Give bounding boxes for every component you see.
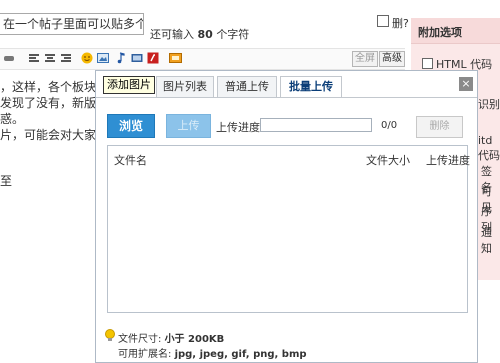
- browse-button[interactable]: 浏览: [107, 114, 155, 138]
- html-code-checkbox[interactable]: [422, 58, 433, 69]
- column-header-filename: 文件名: [114, 154, 147, 167]
- image-upload-dialog: 图片列表 普通上传 批量上传 × 浏览 上传 上传进度 0/0 删除 文件名 文…: [95, 70, 478, 363]
- file-list-table: 文件名 文件大小 上传进度: [107, 145, 470, 313]
- editor-text-line: ，这样，各个板块都: [0, 80, 109, 94]
- char-hint-count: 80: [197, 28, 213, 41]
- upload-button[interactable]: 上传: [166, 114, 211, 138]
- delete-checkbox-label: 删?: [392, 17, 409, 30]
- char-hint-prefix: 还可输入: [150, 28, 194, 41]
- lightbulb-icon: [104, 329, 116, 343]
- extra-options-title: 附加选项: [418, 26, 462, 39]
- tab-divider: [96, 97, 477, 98]
- char-count-hint: 还可输入 80 个字符: [150, 26, 249, 42]
- close-icon[interactable]: ×: [459, 77, 473, 91]
- column-header-filesize: 文件大小: [366, 154, 410, 167]
- file-size-info: 文件尺寸: 小于 200KB: [118, 330, 224, 345]
- image-icon[interactable]: [97, 52, 109, 64]
- tab-normal-upload[interactable]: 普通上传: [217, 76, 277, 97]
- char-hint-suffix: 个字符: [216, 28, 250, 41]
- fullscreen-button[interactable]: 全屏: [352, 51, 378, 67]
- upload-progress-count: 0/0: [381, 120, 398, 131]
- link-icon[interactable]: [3, 52, 15, 64]
- align-left-icon[interactable]: [28, 52, 40, 64]
- extensions-info: 可用扩展名: jpg, jpeg, gif, png, bmp: [118, 345, 307, 360]
- flash-icon[interactable]: [147, 52, 159, 64]
- upload-progress-label: 上传进度: [216, 121, 260, 134]
- file-size-value: 小于 200KB: [164, 334, 225, 345]
- video-icon[interactable]: [131, 52, 143, 64]
- option-fragment: 识别: [478, 98, 500, 111]
- editor-text-line: 惑。: [0, 112, 25, 126]
- music-icon[interactable]: [115, 52, 127, 64]
- tab-batch-upload[interactable]: 批量上传: [280, 76, 342, 98]
- delete-checkbox[interactable]: [377, 15, 389, 27]
- align-right-icon[interactable]: [60, 52, 72, 64]
- option-fragment: itd代码: [478, 134, 500, 162]
- option-fragment: 通知: [481, 226, 492, 255]
- editor-text-line: 至: [0, 174, 13, 188]
- upload-progress-bar: [260, 118, 372, 132]
- column-header-progress: 上传进度: [426, 154, 470, 167]
- delete-button[interactable]: 删除: [416, 116, 463, 138]
- attachment-icon[interactable]: [169, 52, 182, 64]
- tab-image-list[interactable]: 图片列表: [156, 76, 214, 97]
- smiley-icon[interactable]: [81, 52, 93, 64]
- align-center-icon[interactable]: [44, 52, 56, 64]
- extensions-value: jpg, jpeg, gif, png, bmp: [174, 349, 307, 360]
- file-size-label: 文件尺寸:: [118, 334, 162, 345]
- advanced-button[interactable]: 高级: [379, 51, 405, 67]
- add-image-tooltip: 添加图片: [103, 76, 155, 94]
- title-input[interactable]: 在一个帖子里面可以贴多个图: [0, 13, 144, 35]
- extensions-label: 可用扩展名:: [118, 349, 172, 360]
